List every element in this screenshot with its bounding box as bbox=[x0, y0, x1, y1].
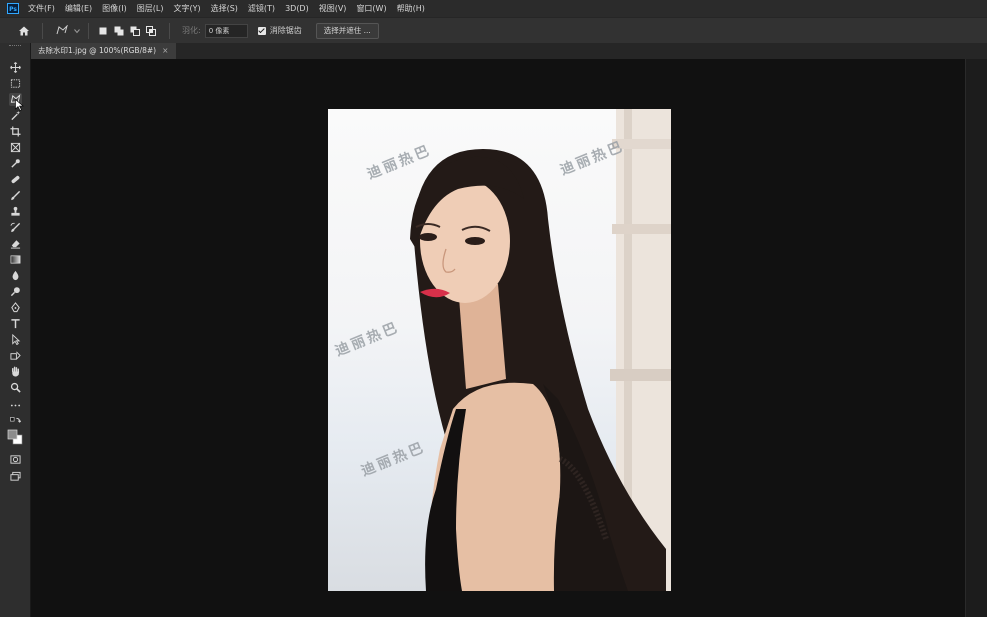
frame-tool-icon[interactable] bbox=[9, 141, 22, 154]
brush-tool-icon[interactable] bbox=[9, 189, 22, 202]
quick-mask-icon[interactable] bbox=[9, 453, 22, 466]
menu-filter[interactable]: 滤镜(T) bbox=[248, 3, 275, 14]
menu-view[interactable]: 视图(V) bbox=[319, 3, 347, 14]
tools-panel bbox=[0, 43, 31, 617]
type-tool-icon[interactable] bbox=[9, 317, 22, 330]
menu-edit[interactable]: 编辑(E) bbox=[65, 3, 92, 14]
panel-grip[interactable] bbox=[9, 45, 21, 48]
antialias-checkbox[interactable] bbox=[257, 26, 266, 35]
menu-file[interactable]: 文件(F) bbox=[28, 3, 55, 14]
divider bbox=[88, 22, 89, 39]
menu-layer[interactable]: 图层(L) bbox=[137, 3, 164, 14]
tool-preset-picker[interactable] bbox=[55, 24, 80, 37]
menu-3d[interactable]: 3D(D) bbox=[285, 4, 309, 13]
dodge-tool-icon[interactable] bbox=[9, 285, 22, 298]
document-tab[interactable]: 去除水印1.jpg @ 100%(RGB/8#) × bbox=[30, 43, 177, 59]
more-tools-icon[interactable] bbox=[9, 399, 22, 412]
screen-mode-icon[interactable] bbox=[9, 470, 22, 483]
document-tab-bar: 去除水印1.jpg @ 100%(RGB/8#) × bbox=[30, 43, 987, 59]
antialias-label: 消除锯齿 bbox=[269, 26, 302, 35]
foreground-background-colors[interactable] bbox=[7, 429, 23, 445]
photoshop-logo-icon: Ps bbox=[7, 3, 19, 14]
feather-label: 羽化: bbox=[182, 26, 201, 35]
eraser-tool-icon[interactable] bbox=[9, 237, 22, 250]
eyedropper-tool-icon[interactable] bbox=[9, 157, 22, 170]
portrait-photo bbox=[410, 109, 671, 591]
clone-stamp-tool-icon[interactable] bbox=[9, 205, 22, 218]
crop-tool-icon[interactable] bbox=[9, 125, 22, 138]
subtract-from-selection-button[interactable] bbox=[129, 25, 140, 36]
history-brush-tool-icon[interactable] bbox=[9, 221, 22, 234]
menu-bar: Ps 文件(F) 编辑(E) 图像(I) 图层(L) 文字(Y) 选择(S) 滤… bbox=[0, 0, 987, 17]
menu-help[interactable]: 帮助(H) bbox=[397, 3, 425, 14]
gradient-tool-icon[interactable] bbox=[9, 253, 22, 266]
blur-tool-icon[interactable] bbox=[9, 269, 22, 282]
shape-tool-icon[interactable] bbox=[9, 349, 22, 362]
path-selection-tool-icon[interactable] bbox=[9, 333, 22, 346]
pen-tool-icon[interactable] bbox=[9, 301, 22, 314]
document-image[interactable]: 迪丽热巴 迪丽热巴 迪丽热巴 迪丽热巴 bbox=[328, 109, 671, 591]
home-icon[interactable] bbox=[14, 21, 34, 41]
chevron-down-icon bbox=[74, 28, 80, 33]
feather-input[interactable]: 0 像素 bbox=[204, 23, 248, 38]
zoom-tool-icon[interactable] bbox=[9, 381, 22, 394]
intersect-selection-button[interactable] bbox=[145, 25, 156, 36]
menu-image[interactable]: 图像(I) bbox=[102, 3, 127, 14]
vertical-scrollbar[interactable] bbox=[965, 59, 987, 617]
document-tab-title: 去除水印1.jpg @ 100%(RGB/8#) bbox=[38, 46, 157, 55]
swap-colors-icon[interactable] bbox=[9, 416, 22, 429]
divider bbox=[169, 22, 170, 39]
new-selection-button[interactable] bbox=[97, 25, 108, 36]
healing-brush-tool-icon[interactable] bbox=[9, 173, 22, 186]
select-and-mask-button[interactable]: 选择并遮住 ... bbox=[315, 22, 379, 39]
close-icon[interactable]: × bbox=[162, 46, 168, 55]
divider bbox=[42, 22, 43, 39]
marquee-tool-icon[interactable] bbox=[9, 77, 22, 90]
add-to-selection-button[interactable] bbox=[113, 25, 124, 36]
options-bar: 羽化: 0 像素 消除锯齿 选择并遮住 ... bbox=[0, 17, 987, 44]
menu-select[interactable]: 选择(S) bbox=[211, 3, 238, 14]
lasso-preset-icon bbox=[56, 24, 68, 34]
hand-tool-icon[interactable] bbox=[9, 365, 22, 378]
move-tool-icon[interactable] bbox=[9, 61, 22, 74]
mouse-cursor-icon bbox=[15, 99, 24, 111]
menu-type[interactable]: 文字(Y) bbox=[173, 3, 200, 14]
menu-window[interactable]: 窗口(W) bbox=[356, 3, 386, 14]
